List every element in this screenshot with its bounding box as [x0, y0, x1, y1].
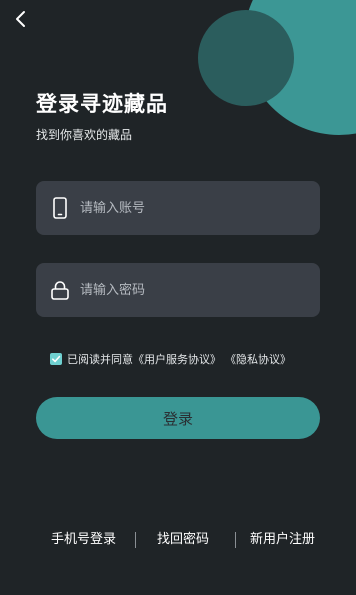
account-field[interactable]	[36, 181, 320, 235]
page-title: 登录寻迹藏品	[36, 92, 168, 116]
footer-divider	[235, 532, 236, 548]
footer-divider	[135, 532, 136, 548]
footer-links: 手机号登录 找回密码 新用户注册	[0, 530, 356, 550]
checkmark-icon	[52, 355, 61, 363]
chevron-left-icon	[16, 11, 25, 27]
agreement-text: 已阅读并同意	[67, 353, 133, 366]
page-subtitle: 找到你喜欢的藏品	[36, 128, 133, 142]
account-input[interactable]	[80, 181, 320, 235]
decorative-circle-small	[198, 10, 294, 106]
agreement-row: 已阅读并同意 《用户服务协议》 《隐私协议》	[50, 351, 291, 367]
login-button[interactable]: 登录	[36, 397, 320, 439]
login-screen: 登录寻迹藏品 找到你喜欢的藏品 已阅读并同意 《用户服务协议》 《隐私协议》	[0, 0, 356, 595]
password-input[interactable]	[80, 263, 320, 317]
agreement-checkbox[interactable]	[50, 353, 62, 365]
privacy-agreement-link[interactable]: 《隐私协议》	[225, 351, 291, 367]
service-agreement-link[interactable]: 《用户服务协议》	[133, 351, 221, 367]
back-button[interactable]	[10, 8, 34, 32]
phone-icon	[50, 196, 70, 220]
lock-icon	[50, 278, 70, 302]
register-link[interactable]: 新用户注册	[250, 530, 315, 550]
password-field[interactable]	[36, 263, 320, 317]
recover-password-link[interactable]: 找回密码	[157, 530, 209, 550]
phone-login-link[interactable]: 手机号登录	[51, 530, 116, 550]
